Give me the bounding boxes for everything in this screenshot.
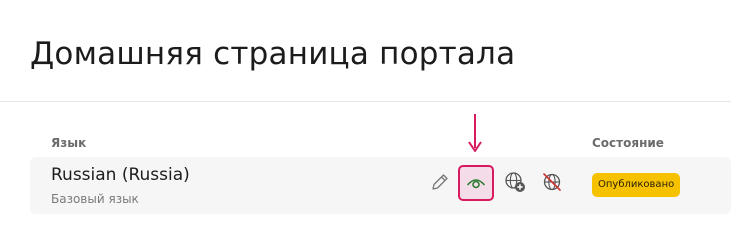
status-badge: Опубликовано [592, 173, 681, 197]
globe-add-icon [505, 172, 525, 192]
column-header-state: Состояние [592, 136, 664, 150]
column-header-language: Язык [51, 136, 87, 150]
page-title: Домашняя страница портала [30, 36, 516, 72]
eye-icon [467, 179, 485, 189]
language-name: Russian (Russia) [51, 165, 190, 185]
edit-button[interactable] [427, 169, 453, 195]
view-button[interactable] [458, 165, 494, 201]
language-subtitle: Базовый язык [51, 192, 139, 206]
globe-off-icon [543, 173, 561, 191]
header-divider [0, 101, 731, 102]
add-translation-button[interactable] [502, 169, 528, 195]
unpublish-button[interactable] [539, 169, 565, 195]
pointer-arrow [468, 114, 482, 152]
pencil-icon [432, 174, 448, 190]
table-row[interactable]: Russian (Russia) Базовый язык Опубликова… [30, 157, 731, 214]
